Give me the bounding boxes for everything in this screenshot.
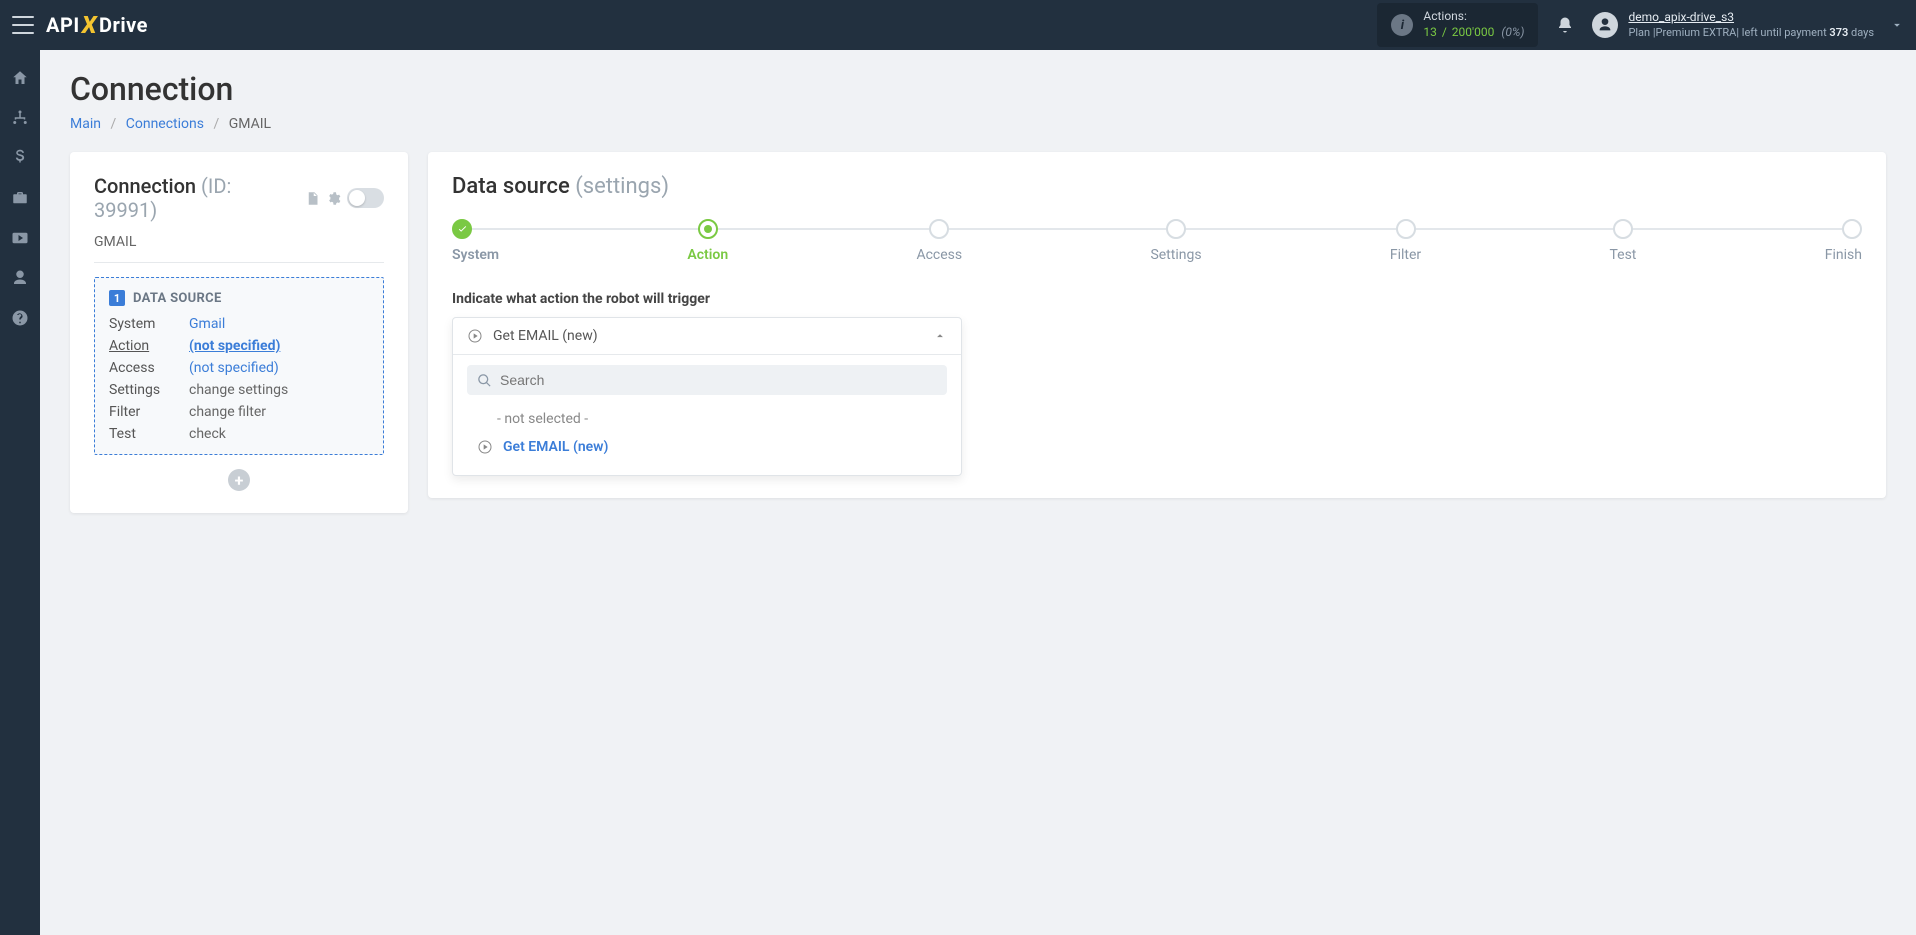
actions-used: 13 <box>1423 25 1437 39</box>
row-test-value: check <box>189 426 369 442</box>
data-source-settings-card: Data source (settings) System Action Acc… <box>428 152 1886 498</box>
row-access-key: Access <box>109 360 189 376</box>
data-source-badge: 1 <box>109 290 125 306</box>
dropdown-header[interactable]: Get EMAIL (new) <box>453 318 961 355</box>
connection-title: Connection (ID: 39991) <box>94 174 297 222</box>
sidebar-item-business[interactable] <box>0 180 40 216</box>
dropdown-search[interactable] <box>467 365 947 395</box>
menu-toggle-button[interactable] <box>12 16 34 34</box>
dropdown-search-input[interactable] <box>500 372 937 388</box>
data-source-box[interactable]: 1 DATA SOURCE System Gmail Action (not s… <box>94 277 384 455</box>
connection-toggle[interactable] <box>347 188 384 208</box>
sidebar-item-connections[interactable] <box>0 100 40 136</box>
sidebar <box>0 50 40 935</box>
row-settings-key: Settings <box>109 382 189 398</box>
chevron-up-icon <box>933 329 947 343</box>
user-name: demo_apix-drive_s3 <box>1628 10 1874 26</box>
step-system[interactable]: System <box>452 219 499 263</box>
content: Connection Main / Connections / GMAIL Co… <box>40 50 1916 935</box>
row-access-value[interactable]: (not specified) <box>189 360 279 376</box>
gear-icon[interactable] <box>326 191 341 206</box>
row-filter-key: Filter <box>109 404 189 420</box>
right-card-title: Data source (settings) <box>452 174 1862 199</box>
sidebar-item-account[interactable] <box>0 260 40 296</box>
step-test[interactable]: Test <box>1609 219 1636 263</box>
user-menu[interactable]: demo_apix-drive_s3 Plan |Premium EXTRA| … <box>1592 10 1904 40</box>
step-action[interactable]: Action <box>687 219 728 263</box>
step-filter[interactable]: Filter <box>1390 219 1421 263</box>
data-source-title: DATA SOURCE <box>133 291 222 306</box>
actions-percent: (0%) <box>1501 25 1524 39</box>
topbar: API X Drive i Actions: 13 / 200'000 (0%)… <box>0 0 1916 50</box>
action-field-label: Indicate what action the robot will trig… <box>452 291 1862 307</box>
dropdown-selected: Get EMAIL (new) <box>493 328 923 344</box>
breadcrumb-current: GMAIL <box>229 116 271 132</box>
logo-part-drive: Drive <box>99 13 148 37</box>
page-title: Connection <box>70 70 1886 108</box>
step-settings[interactable]: Settings <box>1150 219 1201 263</box>
connection-subtitle: GMAIL <box>94 226 384 263</box>
actions-label: Actions: <box>1423 9 1524 25</box>
connection-card: Connection (ID: 39991) GMAIL 1 DATA SOUR… <box>70 152 408 513</box>
add-data-source-button[interactable]: + <box>228 469 250 491</box>
row-system-value[interactable]: Gmail <box>189 316 225 332</box>
actions-total: 200'000 <box>1452 25 1495 39</box>
play-icon <box>477 439 493 455</box>
info-icon: i <box>1391 14 1413 36</box>
action-dropdown: Get EMAIL (new) - not selected - Get EMA… <box>452 317 962 476</box>
user-plan: Plan |Premium EXTRA| left until payment … <box>1628 26 1874 40</box>
row-test-key: Test <box>109 426 189 442</box>
breadcrumb-main[interactable]: Main <box>70 116 101 132</box>
breadcrumb: Main / Connections / GMAIL <box>70 116 1886 132</box>
document-icon[interactable] <box>305 191 320 206</box>
row-action-value[interactable]: (not specified) <box>189 338 280 354</box>
step-access[interactable]: Access <box>916 219 962 263</box>
chevron-down-icon <box>1890 18 1904 32</box>
search-icon <box>477 373 492 388</box>
logo-part-x: X <box>82 11 97 39</box>
row-filter-value: change filter <box>189 404 369 420</box>
logo[interactable]: API X Drive <box>46 11 148 39</box>
sidebar-item-video[interactable] <box>0 220 40 256</box>
row-system-key: System <box>109 316 189 332</box>
dropdown-option-none[interactable]: - not selected - <box>467 405 947 433</box>
actions-counter[interactable]: i Actions: 13 / 200'000 (0%) <box>1377 3 1538 46</box>
row-action-key: Action <box>109 338 189 354</box>
notifications-icon[interactable] <box>1556 16 1574 34</box>
sidebar-item-help[interactable] <box>0 300 40 336</box>
stepper: System Action Access Settings Filter <box>452 219 1862 263</box>
row-settings-value: change settings <box>189 382 369 398</box>
logo-part-api: API <box>46 13 80 37</box>
breadcrumb-connections[interactable]: Connections <box>126 116 204 132</box>
step-finish[interactable]: Finish <box>1825 219 1862 263</box>
sidebar-item-home[interactable] <box>0 60 40 96</box>
dropdown-option-get-email[interactable]: Get EMAIL (new) <box>467 433 947 461</box>
avatar-icon <box>1592 12 1618 38</box>
play-icon <box>467 328 483 344</box>
sidebar-item-billing[interactable] <box>0 140 40 176</box>
